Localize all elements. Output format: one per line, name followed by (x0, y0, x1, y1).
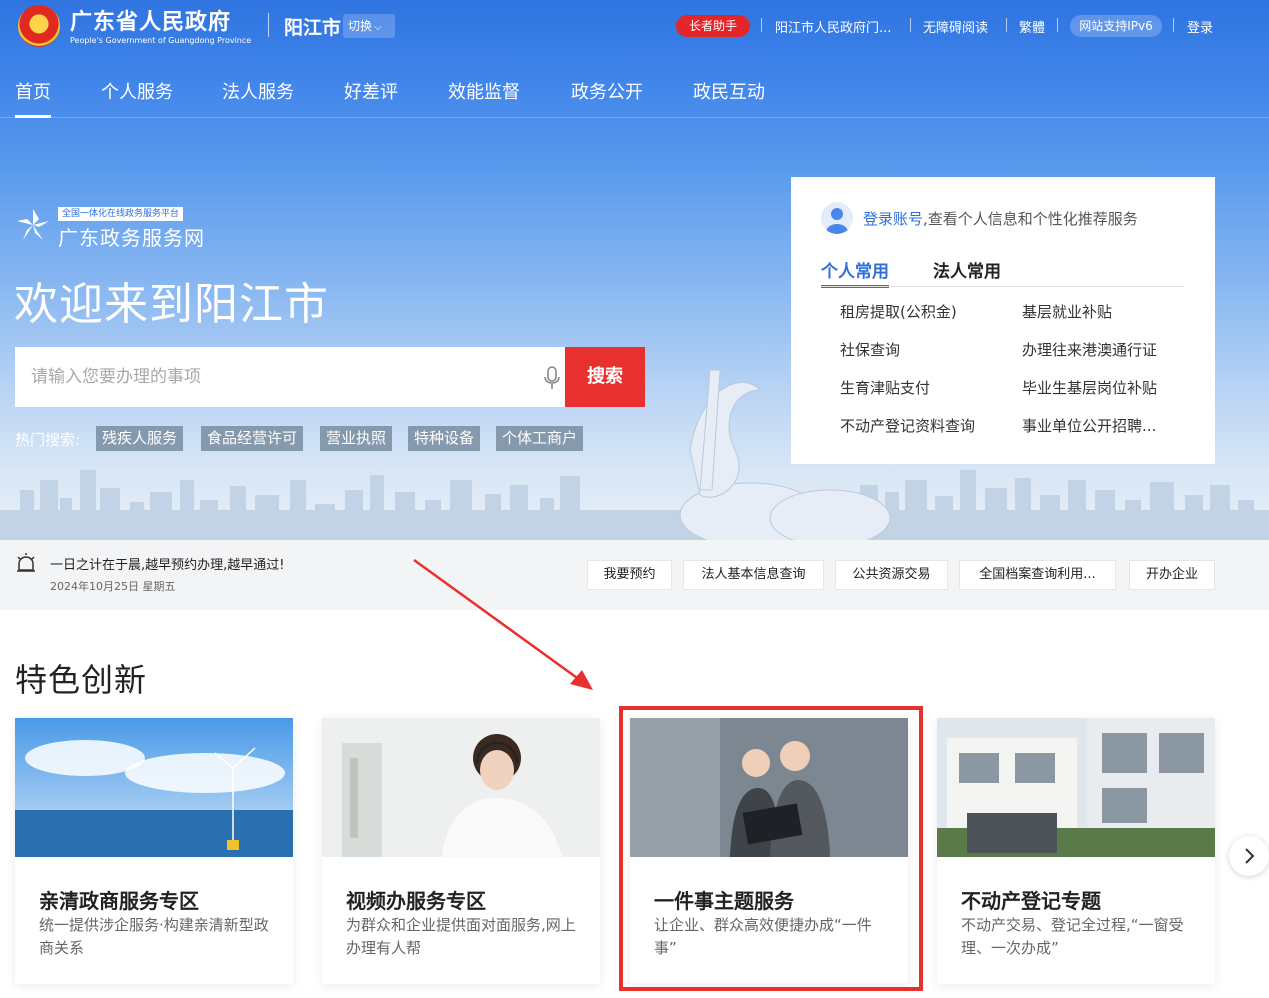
nav-gov-affairs-disclosure[interactable]: 政务公开 (571, 78, 643, 104)
feature-card[interactable]: 不动产登记专题 不动产交易、登记全过程,“一窗受理、一次办成” (937, 718, 1215, 984)
feature-card[interactable]: 视频办服务专区 为群众和企业提供面对面服务,网上办理有人帮 (322, 718, 600, 984)
login-account-link[interactable]: 登录账号 (863, 210, 923, 228)
card-desc: 让企业、群众高效便捷办成“一件事” (654, 916, 872, 957)
hot-search-item[interactable]: 食品经营许可 (201, 426, 304, 451)
gd-service-logo-icon (17, 209, 49, 240)
ipv6-badge: 网站支持IPv6 (1070, 15, 1162, 37)
service-item[interactable]: 事业单位公开招聘... (1022, 415, 1156, 436)
quick-link-public-resources[interactable]: 公共资源交易 (835, 560, 948, 590)
platform-tag: 全国一体化在线政务服务平台 (58, 207, 184, 221)
card-title: 视频办服务专区 (346, 889, 486, 913)
annotation-arrow (413, 558, 593, 690)
tab-legal-common[interactable]: 法人常用 (933, 257, 1001, 282)
card-title: 一件事主题服务 (654, 889, 794, 913)
tab-personal-common[interactable]: 个人常用 (821, 257, 889, 288)
divider (1173, 18, 1174, 32)
nav-home[interactable]: 首页 (15, 78, 51, 118)
service-item[interactable]: 基层就业补贴 (1022, 301, 1112, 322)
city-switch-label: 切换 (348, 19, 373, 33)
service-item[interactable]: 社保查询 (840, 339, 900, 360)
business-people-image (630, 718, 908, 857)
nav-public-interaction[interactable]: 政民互动 (693, 78, 765, 104)
site-title-en: People's Government of Guangdong Provinc… (70, 36, 252, 45)
divider (1006, 18, 1007, 32)
elder-assistant-button[interactable]: 长者助手 (676, 15, 750, 37)
real-estate-image (937, 718, 1215, 857)
user-icon (826, 208, 848, 234)
hot-search-item[interactable]: 个体工商户 (496, 426, 584, 451)
login-prompt-text: ,查看个人信息和个性化推荐服务 (923, 210, 1138, 228)
quick-link-start-business[interactable]: 开办企业 (1129, 560, 1215, 590)
avatar (821, 202, 853, 234)
top-bar: ★ 广东省人民政府 People's Government of Guangdo… (0, 0, 1269, 52)
service-item[interactable]: 不动产登记资料查询 (840, 415, 975, 436)
divider (761, 18, 762, 32)
quick-link-archive-query[interactable]: 全国档案查询利用... (959, 560, 1116, 590)
nav-personal-services[interactable]: 个人服务 (101, 78, 173, 104)
card-desc: 为群众和企业提供面对面服务,网上办理有人帮 (346, 916, 576, 957)
divider (910, 18, 911, 32)
tab-divider (821, 286, 1185, 287)
city-name: 阳江市 (284, 17, 342, 39)
nav-ratings[interactable]: 好差评 (344, 78, 398, 104)
card-desc: 不动产交易、登记全过程,“一窗受理、一次办成” (961, 916, 1184, 957)
microphone-icon[interactable] (543, 366, 561, 390)
search-input[interactable] (15, 347, 515, 407)
wind-farm-image (15, 718, 293, 857)
divider (268, 13, 269, 37)
customer-service-image (322, 718, 600, 857)
feature-card[interactable]: 一件事主题服务 让企业、群众高效便捷办成“一件事” (630, 718, 908, 984)
chevron-right-icon (1245, 848, 1255, 864)
hero-banner: ★ 广东省人民政府 People's Government of Guangdo… (0, 0, 1269, 540)
national-emblem-icon: ★ (18, 5, 60, 47)
search-button[interactable]: 搜索 (565, 347, 645, 407)
alarm-icon (17, 553, 35, 572)
login-prompt: 登录账号,查看个人信息和个性化推荐服务 (863, 208, 1138, 229)
card-title: 亲清政商服务专区 (39, 889, 199, 913)
chevron-down-icon: ⌵ (374, 22, 382, 33)
login-link[interactable]: 登录 (1187, 17, 1213, 36)
platform-name: 广东政务服务网 (58, 226, 205, 250)
card-title: 不动产登记专题 (961, 889, 1101, 913)
notice-date: 2024年10月25日 星期五 (50, 580, 176, 593)
notice-text: 一日之计在于晨,越早预约办理,越早通过! (50, 558, 285, 573)
hot-search-item[interactable]: 残疾人服务 (96, 426, 184, 451)
link-accessibility[interactable]: 无障碍阅读 (923, 17, 988, 36)
city-switch-button[interactable]: 切换 ⌵ (343, 14, 395, 38)
section-title: 特色创新 (15, 661, 148, 699)
search-box (15, 347, 565, 407)
site-title[interactable]: 广东省人民政府 (70, 4, 231, 36)
feature-card[interactable]: 亲清政商服务专区 统一提供涉企服务·构建亲清新型政商关系 (15, 718, 293, 984)
welcome-heading: 欢迎来到阳江市 (14, 279, 329, 330)
service-item[interactable]: 毕业生基层岗位补贴 (1022, 377, 1157, 398)
nav-efficiency-supervision[interactable]: 效能监督 (448, 78, 520, 104)
nav-legal-entity-services[interactable]: 法人服务 (222, 78, 294, 104)
service-item[interactable]: 租房提取(公积金) (840, 301, 957, 322)
quick-link-legal-entity-info[interactable]: 法人基本信息查询 (683, 560, 824, 590)
service-item[interactable]: 办理往来港澳通行证 (1022, 339, 1157, 360)
service-item[interactable]: 生育津贴支付 (840, 377, 930, 398)
carousel-next-button[interactable] (1229, 836, 1269, 876)
main-nav: 首页 个人服务 法人服务 好差评 效能监督 政务公开 政民互动 (0, 60, 1269, 118)
link-traditional-chinese[interactable]: 繁體 (1019, 17, 1045, 36)
divider (1057, 18, 1058, 32)
hot-search-item[interactable]: 营业执照 (320, 426, 393, 451)
hot-search-item[interactable]: 特种设备 (408, 426, 481, 451)
hot-search-label: 热门搜索: (15, 431, 81, 449)
link-yangjiang-gov[interactable]: 阳江市人民政府门... (775, 17, 891, 36)
login-panel: 登录账号,查看个人信息和个性化推荐服务 个人常用 法人常用 租房提取(公积金) … (791, 177, 1215, 464)
card-desc: 统一提供涉企服务·构建亲清新型政商关系 (39, 916, 269, 957)
